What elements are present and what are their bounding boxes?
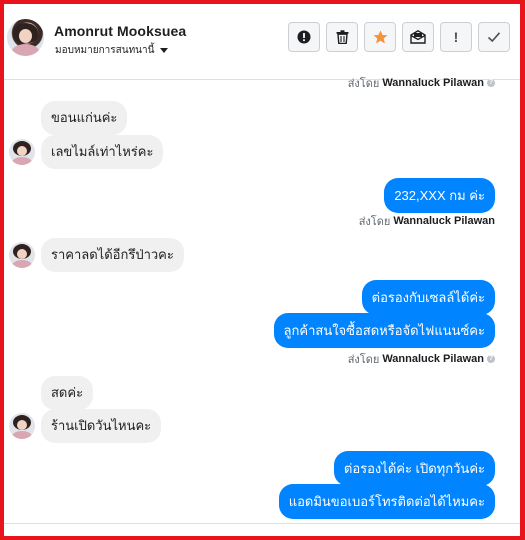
conversation-header: Amonrut Mooksuea มอบหมายการสนทนานี้ ! [4,4,520,80]
spam-button[interactable]: ! [440,22,472,52]
contact-avatar-small [9,139,35,165]
sent-by-line: ส่งโดย Wannaluck Pilawan ? [347,77,495,90]
incoming-message[interactable]: ราคาลดได้อีกรึป่าวคะ [41,238,184,272]
message-thread[interactable]: ส่งโดย Wannaluck Pilawan ? ขอนแก่นค่ะ เล… [4,77,520,536]
incoming-message[interactable]: ร้านเปิดวันไหนคะ [41,409,162,443]
done-button[interactable] [478,22,510,52]
report-button[interactable] [288,22,320,52]
star-button[interactable] [364,22,396,52]
info-icon[interactable]: ? [487,79,495,87]
contact-avatar-small [9,242,35,268]
info-icon[interactable]: ? [487,355,495,363]
outgoing-message[interactable]: ต่อรองกับเซลล์ได้ค่ะ [361,280,495,315]
outgoing-message[interactable]: แอดมินขอเบอร์โทรติดต่อได้ไหมคะ [278,484,495,519]
star-icon [373,30,387,44]
trash-icon [336,30,348,44]
conversation-toolbar: ! [288,22,510,52]
exclamation-icon: ! [453,29,459,45]
outgoing-message[interactable]: 232,XXX กม ค่ะ [384,178,495,213]
composer-area[interactable] [4,523,520,536]
assign-label: มอบหมายการสนทนานี้ [55,45,155,56]
check-icon [487,32,501,43]
chevron-down-icon [160,48,169,53]
incoming-message[interactable]: สดค่ะ [41,376,94,410]
window-frame: Amonrut Mooksuea มอบหมายการสนทนานี้ ! ส่… [0,0,525,540]
sent-by-line: ส่งโดย Wannaluck Pilawan [358,215,495,228]
contact-avatar[interactable] [7,19,44,56]
contact-avatar-small [9,413,35,439]
outgoing-message[interactable]: ลูกค้าสนใจซื้อสดหรือจัดไฟแนนซ์คะ [273,313,495,348]
sent-by-line: ส่งโดย Wannaluck Pilawan ? [347,353,495,366]
envelope-icon [410,30,426,44]
outgoing-message[interactable]: ต่อรองได้ค่ะ เปิดทุกวันค่ะ [333,451,495,486]
incoming-message[interactable]: ขอนแก่นค่ะ [41,101,128,135]
mark-unread-button[interactable] [402,22,434,52]
alert-circle-icon [297,30,311,44]
assign-conversation-dropdown[interactable]: มอบหมายการสนทนานี้ [55,43,169,58]
delete-button[interactable] [326,22,358,52]
incoming-message[interactable]: เลขไมล์เท่าไหร่คะ [41,135,164,169]
contact-name[interactable]: Amonrut Mooksuea [54,23,186,39]
